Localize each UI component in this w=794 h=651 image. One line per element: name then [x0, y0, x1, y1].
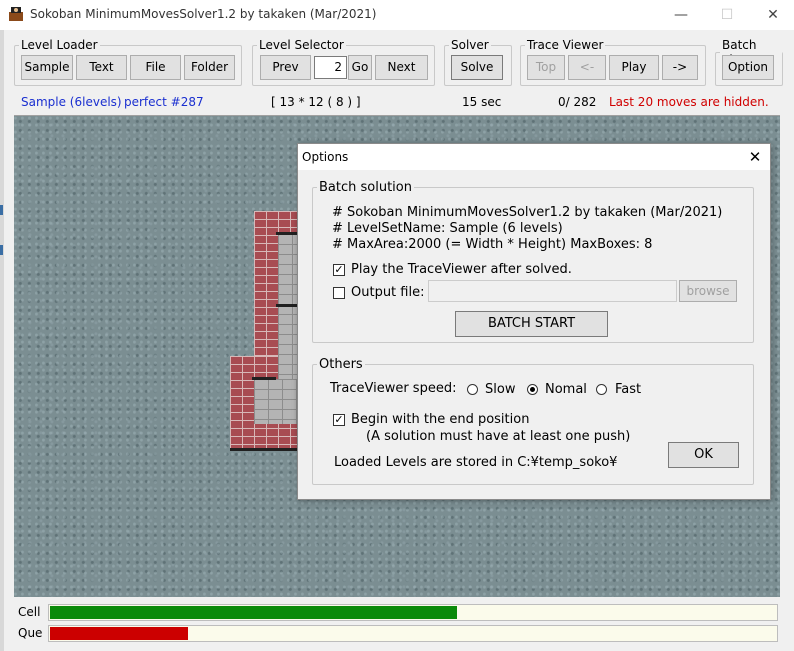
- text-button[interactable]: Text: [76, 55, 127, 80]
- wall-edge: [230, 448, 298, 451]
- perfect-indicator: perfect #287: [124, 95, 204, 109]
- info-line: # Sokoban MinimumMovesSolver1.2 by takak…: [332, 205, 723, 220]
- wall-edge: [276, 304, 298, 307]
- level-number-input[interactable]: 2: [314, 56, 347, 79]
- loaded-levels-note: Loaded Levels are stored in C:¥temp_soko…: [334, 455, 618, 470]
- wall-edge: [276, 232, 298, 235]
- option-button[interactable]: Option: [722, 55, 774, 80]
- speed-normal-radio[interactable]: [527, 384, 538, 395]
- others-legend: Others: [319, 357, 363, 372]
- maximize-button[interactable]: ☐: [704, 0, 750, 30]
- output-file-label: Output file:: [351, 285, 425, 300]
- info-line: # LevelSetName: Sample (6 levels): [332, 221, 563, 236]
- edge-mark: [0, 245, 3, 255]
- prev-button[interactable]: Prev: [260, 55, 311, 80]
- output-file-input[interactable]: [428, 280, 677, 302]
- file-button[interactable]: File: [130, 55, 181, 80]
- window-title: Sokoban MinimumMovesSolver1.2 by takaken…: [30, 7, 377, 21]
- dialog-title-bar: Options ✕: [298, 144, 770, 170]
- play-button[interactable]: Play: [609, 55, 659, 80]
- play-after-checkbox[interactable]: ✓: [333, 264, 345, 276]
- top-button[interactable]: Top: [527, 55, 565, 80]
- levelset-name: Sample (6levels): [21, 95, 122, 109]
- begin-end-label: Begin with the end position: [351, 412, 530, 427]
- cell-progress-bar: [48, 604, 778, 621]
- speed-fast-radio[interactable]: [596, 384, 607, 395]
- title-bar: Sokoban MinimumMovesSolver1.2 by takaken…: [0, 0, 794, 30]
- options-dialog: Options ✕ Batch solution # Sokoban Minim…: [297, 143, 771, 500]
- floor-tile: [254, 379, 298, 424]
- batch-start-button[interactable]: BATCH START: [455, 311, 608, 337]
- edge-mark: [0, 205, 3, 215]
- solve-button[interactable]: Solve: [451, 55, 503, 80]
- cell-label: Cell: [18, 605, 41, 619]
- dialog-close-button[interactable]: ✕: [740, 144, 770, 170]
- ok-button[interactable]: OK: [668, 442, 739, 468]
- que-label: Que: [18, 626, 43, 640]
- close-button[interactable]: ✕: [750, 0, 794, 30]
- speed-slow-radio[interactable]: [467, 384, 478, 395]
- move-counter: 0/ 282: [558, 95, 597, 109]
- speed-normal-label: Nomal: [545, 382, 587, 397]
- go-button[interactable]: Go: [348, 55, 372, 80]
- speed-fast-label: Fast: [615, 382, 642, 397]
- level-size: [ 13 * 12 ( 8 ) ]: [271, 95, 361, 109]
- info-line: # MaxArea:2000 (= Width * Height) MaxBox…: [332, 237, 653, 252]
- browse-button[interactable]: browse: [679, 280, 737, 302]
- app-icon: [9, 7, 23, 21]
- que-progress-fill: [50, 627, 188, 640]
- level-selector-legend: Level Selector: [259, 38, 344, 52]
- que-progress-bar: [48, 625, 778, 642]
- folder-button[interactable]: Folder: [184, 55, 235, 80]
- minimize-button[interactable]: —: [658, 0, 704, 30]
- sample-button[interactable]: Sample: [21, 55, 73, 80]
- level-loader-legend: Level Loader: [21, 38, 98, 52]
- output-file-checkbox[interactable]: [333, 287, 345, 299]
- next-button[interactable]: Next: [375, 55, 428, 80]
- cell-progress-fill: [50, 606, 457, 619]
- dialog-title: Options: [302, 150, 349, 164]
- speed-slow-label: Slow: [485, 382, 516, 397]
- play-after-label: Play the TraceViewer after solved.: [351, 262, 572, 277]
- begin-end-checkbox[interactable]: ✓: [333, 414, 345, 426]
- solver-legend: Solver: [451, 38, 489, 52]
- left-edge-strip: [0, 0, 4, 651]
- trace-viewer-legend: Trace Viewer: [527, 38, 604, 52]
- step-back-button[interactable]: <-: [568, 55, 606, 80]
- hidden-moves-note: Last 20 moves are hidden.: [609, 95, 769, 109]
- trace-speed-label: TraceViewer speed:: [330, 381, 457, 396]
- wall-edge: [252, 377, 276, 380]
- step-forward-button[interactable]: ->: [662, 55, 698, 80]
- begin-end-note: (A solution must have at least one push): [366, 429, 631, 444]
- elapsed-time: 15 sec: [462, 95, 502, 109]
- batch-solution-legend: Batch solution: [319, 180, 412, 195]
